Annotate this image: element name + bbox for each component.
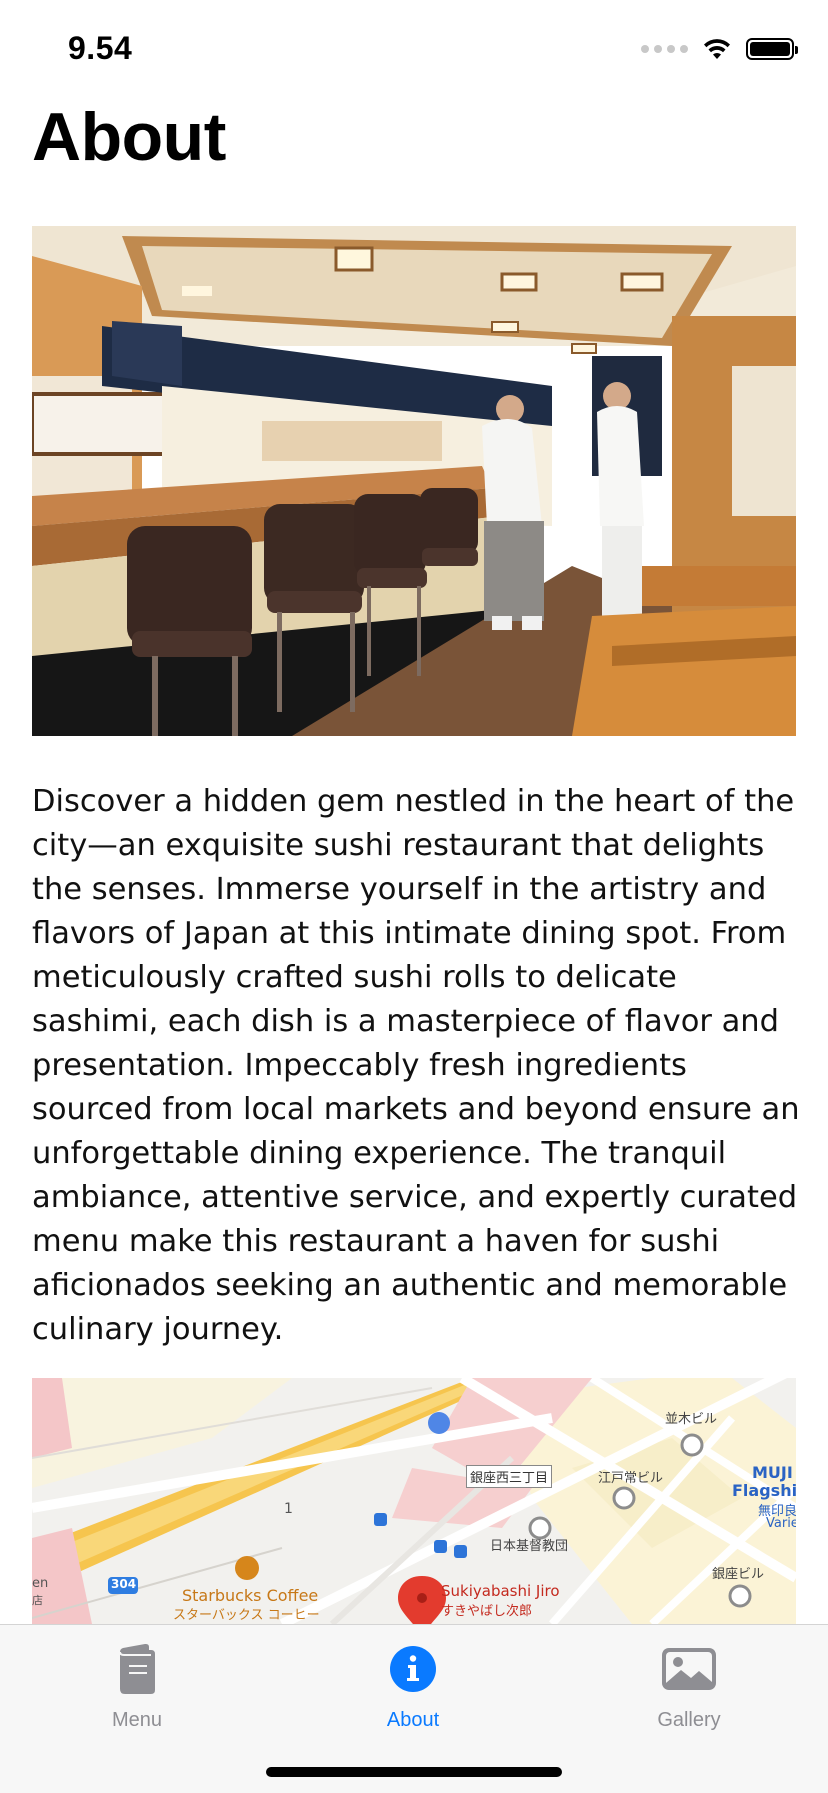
map-route-shield: 304 [111,1577,137,1591]
map-label-edojo: 江戸常ビル [598,1471,664,1486]
map-label-muji-2: Flagship [732,1481,796,1500]
page-title: About [32,99,226,175]
tab-gallery-label: Gallery [657,1709,721,1731]
map-label-nihon-kiin: 日本基督教団 [490,1539,569,1554]
map-label-sukiyabashi-en: Sukiyabashi Jiro [441,1582,560,1600]
tab-about[interactable]: About [313,1639,513,1732]
photo-icon [662,1648,716,1690]
tab-gallery[interactable]: Gallery [589,1639,789,1732]
status-time: 9.54 [68,30,133,66]
map-label-ginza-bldg: 銀座ビル [712,1567,765,1582]
map-label-left-en: en [32,1576,49,1591]
map-label-namiki: 並木ビル [665,1412,718,1427]
status-icons [641,34,798,64]
tab-menu-label: Menu [111,1709,163,1731]
map-label-marker-1: 1 [284,1501,293,1517]
location-map[interactable]: 並木ビル 銀座西三丁目 江戸常ビル MUJI Flagship 無印良 Vari… [32,1378,796,1624]
map-label-starbucks-jp: スターバックス コーヒー [173,1608,320,1623]
battery-icon [746,38,798,60]
book-icon [119,1643,155,1694]
wifi-icon [704,39,730,59]
map-label-ginza-nishi: 銀座西三丁目 [466,1465,553,1488]
tab-about-label: About [386,1709,440,1731]
about-description: Discover a hidden gem nestled in the hea… [32,784,800,1347]
status-bar: 9.54 [0,0,828,100]
home-indicator [266,1767,562,1777]
tab-menu[interactable]: Menu [37,1639,237,1732]
map-label-muji-4: Varie [766,1516,796,1531]
tab-bar: Menu About Gallery [0,1624,828,1793]
info-icon [390,1646,436,1692]
map-label-sukiyabashi-jp: すきやばし次郎 [441,1604,533,1619]
cellular-signal-icon [641,45,688,53]
map-label-starbucks-en: Starbucks Coffee [182,1586,319,1605]
map-label-left-jp: 店 [32,1594,43,1607]
restaurant-photo [32,226,796,736]
map-label-muji-1: MUJI [752,1463,793,1482]
